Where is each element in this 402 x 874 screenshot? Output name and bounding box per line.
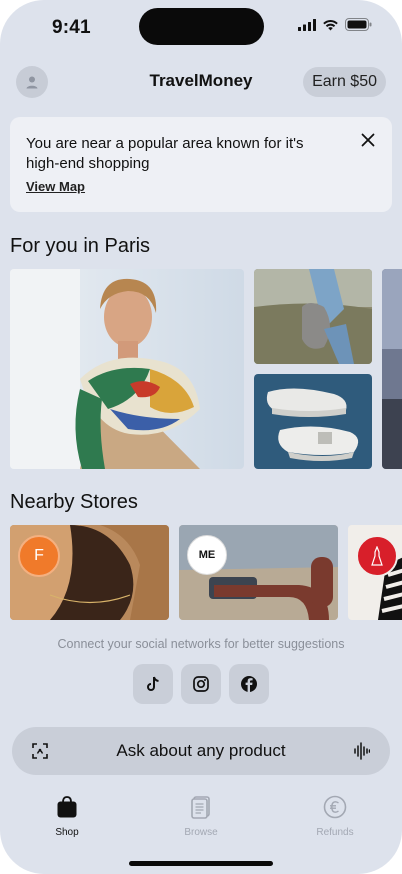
instagram-icon (193, 676, 209, 692)
location-banner: You are near a popular area known for it… (10, 117, 392, 212)
tab-refunds-label: Refunds (316, 827, 354, 838)
product-card-scarf[interactable] (10, 269, 244, 469)
store-1-logo: F (18, 535, 60, 577)
store-card-3[interactable] (348, 525, 402, 620)
euro-coin-icon (323, 795, 347, 819)
for-you-title: For you in Paris (10, 235, 151, 257)
facebook-button[interactable] (229, 664, 269, 704)
ask-product-bar[interactable]: Ask about any product (12, 727, 390, 775)
scarf-model-image (10, 269, 244, 469)
document-icon (191, 796, 210, 819)
signal-icon (298, 18, 316, 31)
tab-bar: Shop Browse Refunds (0, 795, 402, 845)
ask-placeholder: Ask about any product (116, 741, 286, 760)
facebook-icon (241, 676, 257, 692)
store-card-1[interactable]: F (10, 525, 169, 620)
tower-icon (371, 546, 383, 566)
partial-product-image (382, 269, 402, 469)
store-1-logo-text: F (34, 547, 44, 564)
shopping-bag-icon (57, 796, 77, 818)
tab-shop[interactable]: Shop (27, 795, 107, 838)
earn-referral-button[interactable]: Earn $50 (303, 67, 386, 97)
tiktok-icon (147, 676, 159, 691)
store-2-logo-text: ME (198, 549, 216, 561)
product-card-partial[interactable] (382, 269, 402, 469)
store-3-logo (356, 535, 398, 577)
store-2-logo: ME (187, 535, 227, 575)
tab-browse-label: Browse (184, 827, 218, 838)
phone-screen: 9:41 TravelMoney Earn $50 You are near a… (0, 0, 402, 874)
app-header: TravelMoney Earn $50 (0, 64, 402, 98)
tab-refunds[interactable]: Refunds (295, 795, 375, 838)
tab-shop-label: Shop (55, 827, 79, 838)
status-bar: 9:41 (0, 0, 402, 54)
social-caption: Connect your social networks for better … (57, 637, 345, 651)
store-card-2[interactable]: ME (179, 525, 338, 620)
dynamic-island (139, 8, 264, 45)
product-card-handbag[interactable] (254, 269, 372, 364)
handbag-image (254, 269, 372, 364)
product-card-sneakers[interactable] (254, 374, 372, 469)
home-indicator[interactable] (129, 861, 273, 866)
status-time: 9:41 (52, 17, 91, 38)
instagram-button[interactable] (181, 664, 221, 704)
nearby-stores-title: Nearby Stores (10, 491, 138, 513)
view-map-link[interactable]: View Map (26, 179, 85, 194)
voice-waveform-icon[interactable] (354, 742, 370, 760)
tiktok-button[interactable] (133, 664, 173, 704)
social-buttons (133, 664, 269, 704)
status-icons (298, 18, 372, 31)
sneakers-image (254, 374, 372, 469)
wifi-icon (323, 19, 338, 30)
banner-message: You are near a popular area known for it… (26, 135, 304, 172)
close-icon[interactable] (360, 132, 376, 148)
battery-icon (345, 18, 372, 31)
tab-browse[interactable]: Browse (161, 795, 241, 838)
